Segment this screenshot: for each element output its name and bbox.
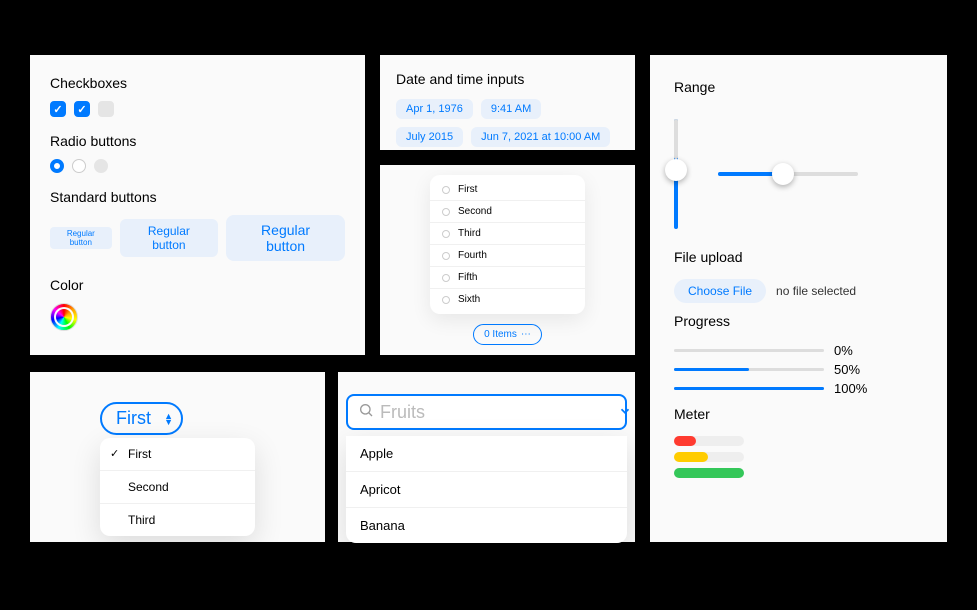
radio-icon (442, 296, 450, 304)
ellipsis-icon: ⋯ (521, 329, 531, 340)
color-heading: Color (50, 277, 345, 293)
datetime-heading: Date and time inputs (396, 71, 619, 87)
buttons-heading: Standard buttons (50, 189, 345, 205)
panel-select: First ▲▼ First Second Third (30, 372, 325, 542)
radio-icon (442, 252, 450, 260)
slider-thumb[interactable] (665, 159, 687, 181)
progress-bar (674, 368, 824, 371)
list-item[interactable]: Fifth (430, 267, 585, 289)
progress-label: 100% (834, 381, 867, 396)
panel-form-controls: Checkboxes Radio buttons Standard button… (30, 55, 365, 355)
date-pill[interactable]: Apr 1, 1976 (396, 99, 473, 119)
list-item[interactable]: Third (430, 223, 585, 245)
panel-datetime: Date and time inputs Apr 1, 1976 9:41 AM… (380, 55, 635, 150)
list-item[interactable]: Sixth (430, 289, 585, 310)
panel-misc: Range File upload Choose File no file se… (650, 55, 947, 542)
regular-button-md[interactable]: Regular button (226, 215, 345, 261)
items-summary-pill[interactable]: 0 Items ⋯ (473, 324, 542, 345)
file-heading: File upload (674, 249, 923, 265)
search-icon (358, 402, 374, 423)
radio-2[interactable] (72, 159, 86, 173)
checkbox-1[interactable] (50, 101, 66, 117)
chevron-down-icon (618, 404, 632, 421)
meter-low (674, 436, 744, 446)
file-status-text: no file selected (776, 284, 856, 298)
meter-heading: Meter (674, 406, 923, 422)
progress-bar (674, 387, 824, 390)
meter-mid (674, 452, 744, 462)
suggestion-list: Apple Apricot Banana (346, 436, 627, 543)
regular-button-sm[interactable]: Regular button (120, 219, 218, 257)
radio-icon (442, 186, 450, 194)
meter-high (674, 468, 744, 478)
progress-heading: Progress (674, 313, 923, 329)
suggestion-item[interactable]: Banana (346, 508, 627, 543)
list-item[interactable]: Fourth (430, 245, 585, 267)
progress-bar (674, 349, 824, 352)
list-item[interactable]: First (430, 179, 585, 201)
select-menu: First Second Third (100, 438, 255, 536)
regular-button-xs[interactable]: Regular button (50, 227, 112, 249)
suggestion-item[interactable]: Apple (346, 436, 627, 472)
select-option[interactable]: First (100, 438, 255, 471)
progress-label: 0% (834, 343, 853, 358)
datetime-pill[interactable]: Jun 7, 2021 at 10:00 AM (471, 127, 610, 147)
list-item[interactable]: Second (430, 201, 585, 223)
radio-icon (442, 208, 450, 216)
month-pill[interactable]: July 2015 (396, 127, 463, 147)
suggestion-item[interactable]: Apricot (346, 472, 627, 508)
radio-heading: Radio buttons (50, 133, 345, 149)
vertical-slider[interactable] (674, 119, 678, 229)
radio-1[interactable] (50, 159, 64, 173)
panel-search: Apple Apricot Banana (338, 372, 635, 542)
listbox: First Second Third Fourth Fifth Sixth (430, 175, 585, 314)
search-combobox[interactable] (346, 394, 627, 430)
checkbox-2[interactable] (74, 101, 90, 117)
chevron-up-down-icon: ▲▼ (164, 413, 173, 425)
radio-icon (442, 230, 450, 238)
time-pill[interactable]: 9:41 AM (481, 99, 541, 119)
checkboxes-heading: Checkboxes (50, 75, 345, 91)
choose-file-button[interactable]: Choose File (674, 279, 766, 303)
select-option[interactable]: Third (100, 504, 255, 536)
checkbox-3-disabled (98, 101, 114, 117)
select-option[interactable]: Second (100, 471, 255, 504)
select-dropdown[interactable]: First ▲▼ (100, 402, 183, 435)
horizontal-slider[interactable] (718, 172, 858, 176)
range-heading: Range (674, 79, 923, 95)
panel-list: First Second Third Fourth Fifth Sixth 0 … (380, 165, 635, 355)
slider-thumb[interactable] (772, 163, 794, 185)
color-picker[interactable] (50, 303, 78, 331)
radio-3-disabled (94, 159, 108, 173)
radio-icon (442, 274, 450, 282)
search-input[interactable] (380, 402, 612, 423)
progress-label: 50% (834, 362, 860, 377)
